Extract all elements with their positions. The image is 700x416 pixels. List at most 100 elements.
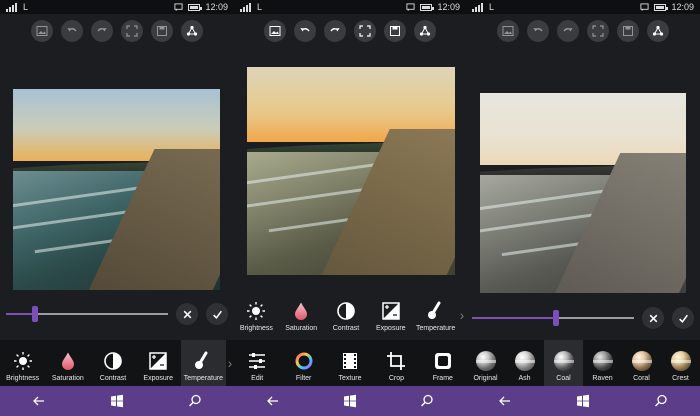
image-button[interactable] — [31, 20, 53, 42]
tool-label: Filter — [295, 375, 312, 382]
system-navbar — [466, 386, 700, 416]
status-time: 12:09 — [437, 2, 460, 12]
redo-button[interactable] — [557, 20, 579, 42]
tool-frame[interactable]: Frame — [420, 340, 466, 386]
top-toolbar — [0, 20, 234, 42]
tool-texture[interactable]: Texture — [327, 340, 373, 386]
filter-label: Crest — [672, 375, 689, 382]
undo-icon — [300, 28, 310, 32]
filter-label: Original — [473, 375, 498, 382]
windows-icon[interactable] — [343, 394, 357, 408]
adjust-toolbar: Brightness Saturation Contrast Exposure Temp… — [234, 294, 466, 336]
chevron-right-icon[interactable]: › — [226, 340, 234, 386]
tool-label: Contrast — [99, 375, 127, 382]
undo-button[interactable] — [294, 20, 316, 42]
tool-temperature[interactable]: Temperature — [413, 294, 458, 336]
phone-screen-tools: L 12:09 Brightness Saturation Contrast Expo… — [234, 0, 466, 416]
filter-raven[interactable]: Raven — [583, 340, 622, 386]
tool-exposure[interactable]: Exposure — [368, 294, 413, 336]
battery-icon — [420, 3, 435, 11]
apply-button[interactable] — [206, 303, 228, 325]
drop-icon — [61, 352, 74, 370]
tool-label: Temperature — [415, 325, 456, 332]
redo-button[interactable] — [324, 20, 346, 42]
filter-crest[interactable]: Crest — [661, 340, 700, 386]
tool-brightness[interactable]: Brightness — [234, 294, 279, 336]
share-button[interactable] — [647, 20, 669, 42]
image-button[interactable] — [264, 20, 286, 42]
chevron-right-icon[interactable]: › — [458, 294, 466, 336]
tool-saturation[interactable]: Saturation — [279, 294, 324, 336]
tool-label: Crop — [388, 375, 405, 382]
redo-icon — [563, 28, 573, 32]
search-icon[interactable] — [654, 394, 668, 408]
undo-button[interactable] — [527, 20, 549, 42]
share-icon — [652, 25, 664, 36]
redo-icon — [97, 28, 107, 32]
close-icon — [183, 310, 191, 318]
back-icon[interactable] — [266, 394, 280, 408]
cancel-button[interactable] — [642, 307, 664, 329]
share-button[interactable] — [414, 20, 436, 42]
thermometer-icon — [195, 351, 208, 369]
image-icon — [36, 26, 48, 36]
exposure-icon — [382, 302, 400, 320]
save-button[interactable] — [617, 20, 639, 42]
share-button[interactable] — [181, 20, 203, 42]
share-icon — [419, 25, 431, 36]
carrier-glyph: L — [23, 2, 29, 12]
tool-filter[interactable]: Filter — [280, 340, 326, 386]
filter-preview-icon — [631, 351, 652, 371]
search-icon[interactable] — [188, 394, 202, 408]
fullscreen-icon — [126, 25, 138, 37]
apply-button[interactable] — [672, 307, 694, 329]
back-icon[interactable] — [32, 394, 46, 408]
system-navbar — [234, 386, 466, 416]
status-time: 12:09 — [671, 2, 694, 12]
windows-icon[interactable] — [576, 394, 590, 408]
slider-thumb[interactable] — [32, 306, 39, 322]
fullscreen-button[interactable] — [121, 20, 143, 42]
filter-label: Coral — [633, 375, 650, 382]
edited-photo — [13, 89, 220, 290]
signal-icon — [6, 2, 17, 12]
carrier-glyph: L — [489, 2, 495, 12]
tool-edit[interactable]: Edit — [234, 340, 280, 386]
redo-button[interactable] — [91, 20, 113, 42]
cancel-button[interactable] — [176, 303, 198, 325]
filter-original[interactable]: Original — [466, 340, 505, 386]
message-icon — [640, 2, 650, 11]
search-icon[interactable] — [420, 394, 434, 408]
check-icon — [678, 314, 688, 323]
color-wheel-icon — [295, 352, 313, 370]
back-icon[interactable] — [498, 394, 512, 408]
filter-coral[interactable]: Coral — [622, 340, 661, 386]
undo-button[interactable] — [61, 20, 83, 42]
tool-crop[interactable]: Crop — [373, 340, 419, 386]
image-button[interactable] — [497, 20, 519, 42]
tool-saturation[interactable]: Saturation — [45, 340, 90, 386]
fullscreen-icon — [359, 25, 371, 37]
exposure-icon — [149, 352, 167, 370]
tool-exposure[interactable]: Exposure — [136, 340, 181, 386]
status-time: 12:09 — [205, 2, 228, 12]
close-icon — [649, 314, 657, 322]
windows-icon[interactable] — [110, 394, 124, 408]
save-button[interactable] — [151, 20, 173, 42]
filter-preview-icon — [475, 351, 496, 371]
tool-temperature[interactable]: Temperature — [180, 340, 227, 386]
tool-contrast[interactable]: Contrast — [90, 340, 135, 386]
film-icon — [343, 353, 358, 369]
save-icon — [157, 26, 167, 36]
contrast-icon — [337, 302, 355, 320]
fullscreen-button[interactable] — [354, 20, 376, 42]
save-button[interactable] — [384, 20, 406, 42]
filter-ash[interactable]: Ash — [505, 340, 544, 386]
adjust-slider[interactable] — [6, 306, 168, 322]
tool-brightness[interactable]: Brightness — [0, 340, 45, 386]
filter-coal[interactable]: Coal — [544, 340, 583, 386]
slider-thumb[interactable] — [553, 310, 560, 326]
tool-contrast[interactable]: Contrast — [324, 294, 369, 336]
fullscreen-button[interactable] — [587, 20, 609, 42]
filter-strength-slider[interactable] — [472, 310, 634, 326]
